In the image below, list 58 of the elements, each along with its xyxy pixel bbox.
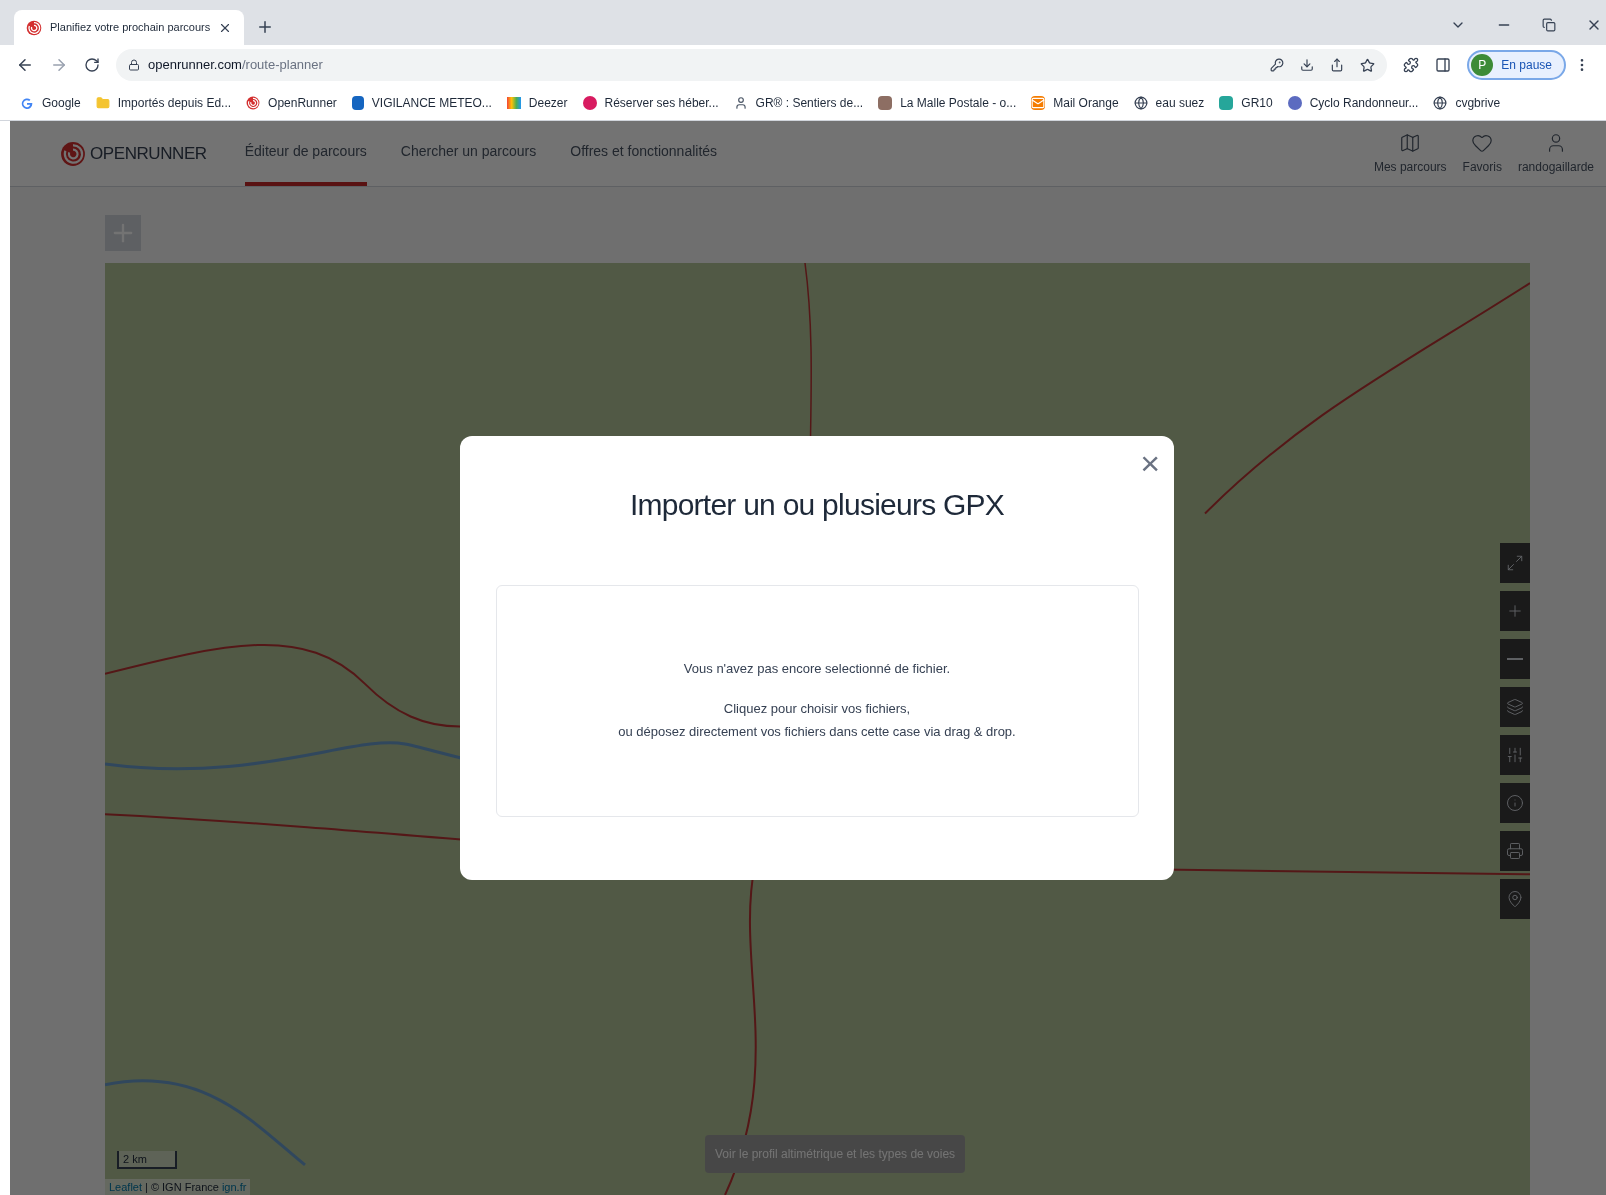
bookmark-link[interactable]: Deezer <box>528 93 568 112</box>
layers-icon <box>1506 698 1524 716</box>
browser-tab[interactable]: Planifiez votre prochain parcours <box>14 10 245 45</box>
back-icon[interactable] <box>16 56 34 74</box>
bookmark-star-icon[interactable] <box>1360 57 1376 73</box>
spiral-logo-icon <box>26 19 42 36</box>
info-icon <box>1506 794 1524 812</box>
globe-icon <box>1133 95 1148 110</box>
pin-icon <box>1506 890 1524 908</box>
key-icon[interactable] <box>1270 58 1285 72</box>
globe-icon <box>1433 95 1448 110</box>
bookmark-link[interactable]: Cyclo Randonneur... <box>1309 93 1419 112</box>
close-button[interactable]: × <box>1140 446 1160 480</box>
folder-icon <box>95 95 110 110</box>
reload-icon[interactable] <box>84 57 100 73</box>
forward-icon[interactable] <box>50 56 68 74</box>
dialog-title: Importer un ou plusieurs GPX <box>629 487 1005 523</box>
map-control-button[interactable] <box>1500 639 1530 679</box>
lock-icon <box>128 59 140 71</box>
attribution-text: © IGN France <box>150 1179 219 1195</box>
bookmark-link[interactable]: La Malle Postale - o... <box>900 93 1017 112</box>
install-icon[interactable] <box>1300 58 1315 72</box>
square-logo-icon <box>351 95 364 110</box>
attribution-text: | <box>145 1179 148 1195</box>
extensions-icon[interactable] <box>1403 57 1420 73</box>
bookmark-link[interactable]: OpenRunner <box>268 93 337 112</box>
url-path: /route-planner <box>241 56 323 75</box>
logo-text: OPENRUNNER <box>90 142 207 165</box>
empty-selection-message: Vous n'avez pas encore selectionné de fichier. <box>683 660 951 679</box>
profile-button[interactable]: P En pause <box>1467 50 1566 80</box>
file-drop-zone[interactable]: Vous n'avez pas encore selectionné de fichier. Cliquez pour choisir vos fichiers, ou déposez directement vos fichiers dans cette case via drag & drop. <box>495 585 1139 817</box>
map-control-button[interactable] <box>1500 831 1530 871</box>
bars-logo-icon <box>506 96 521 109</box>
fullscreen-icon <box>1506 554 1524 572</box>
spiral-logo-icon <box>246 95 261 110</box>
bookmark-link[interactable]: GR10 <box>1241 93 1273 112</box>
drop-instructions: Cliquez pour choisir vos fichiers, ou déposez directement vos fichiers dans cette case via drag & drop. <box>618 699 1016 741</box>
mail-icon <box>1031 95 1046 110</box>
bookmark-link[interactable]: Importés depuis Ed... <box>117 93 232 112</box>
bookmark-link[interactable]: Réserver ses héber... <box>604 93 719 112</box>
bookmark-link[interactable]: Mail Orange <box>1053 93 1119 112</box>
zoom-in-icon <box>1506 602 1524 620</box>
bookmark-link[interactable]: VIGILANCE METEO... <box>371 93 492 112</box>
profile-avatar: P <box>1471 54 1494 76</box>
tab-title: Planifiez votre prochain parcours <box>50 20 211 36</box>
sliders-icon <box>1506 746 1524 764</box>
bookmark-link[interactable]: GR® : Sentiers de... <box>755 93 864 112</box>
printer-icon <box>1506 842 1524 860</box>
logo-icon <box>60 140 86 167</box>
bookmark-link[interactable]: Google <box>42 93 81 112</box>
url-domain: openrunner.com <box>148 56 242 75</box>
restore-icon[interactable] <box>1542 18 1556 32</box>
bookmark-link[interactable]: eau suez <box>1155 93 1205 112</box>
bookmark-link[interactable]: cvgbrive <box>1455 93 1501 112</box>
address-bar[interactable]: openrunner.com/route-planner <box>116 49 1388 81</box>
side-panel-icon[interactable] <box>1435 57 1452 73</box>
share-icon[interactable] <box>1330 58 1345 72</box>
map-icon <box>1399 131 1422 154</box>
